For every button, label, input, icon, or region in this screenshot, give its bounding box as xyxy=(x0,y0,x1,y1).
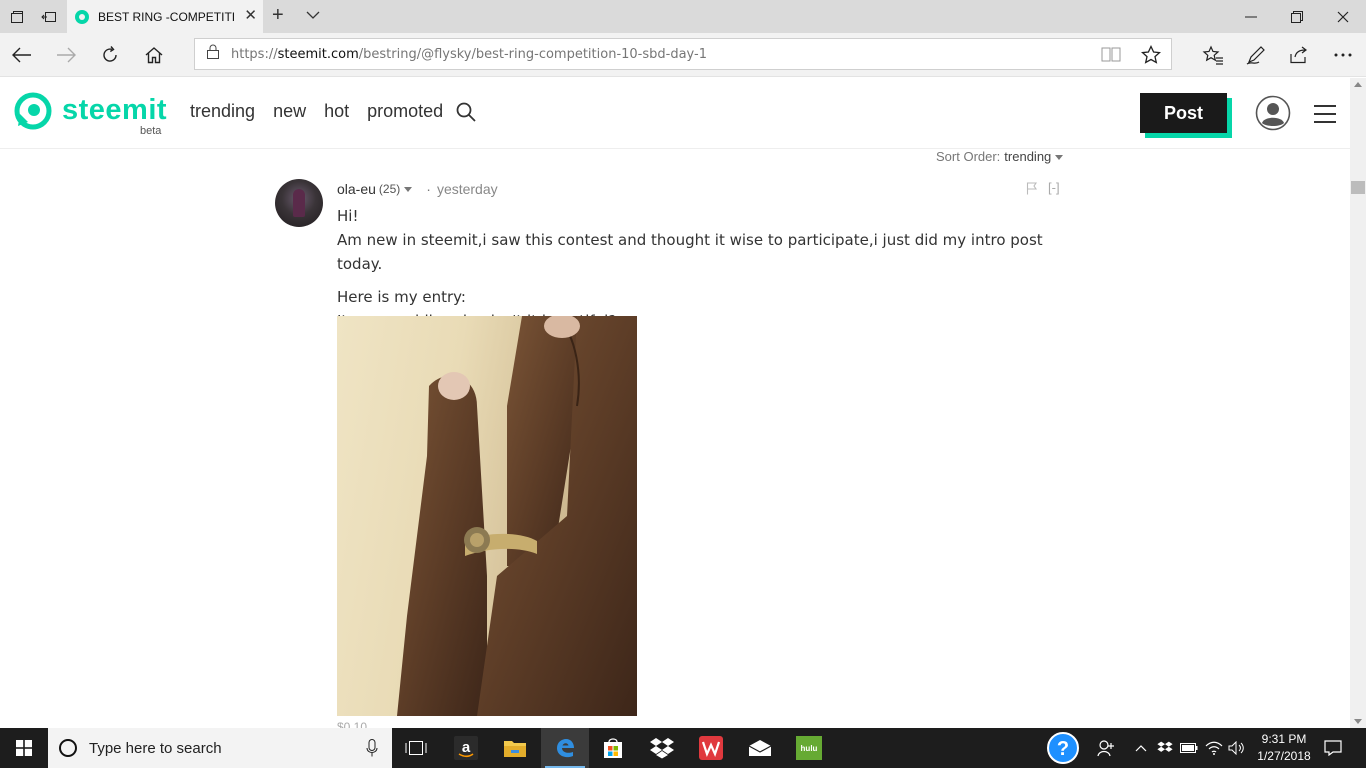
back-arrow-icon[interactable] xyxy=(4,39,40,71)
close-window-icon[interactable] xyxy=(1320,0,1366,33)
address-bar[interactable]: https://steemit.com/bestring/@flysky/bes… xyxy=(194,38,1172,70)
user-avatar-icon[interactable] xyxy=(1255,95,1291,136)
page-scrollbar[interactable] xyxy=(1350,78,1366,728)
taskbar-search[interactable]: Type here to search xyxy=(48,728,392,768)
store-icon[interactable] xyxy=(589,728,637,768)
cortana-icon xyxy=(59,739,77,757)
scroll-up-icon[interactable] xyxy=(1354,82,1362,87)
hulu-icon[interactable]: hulu xyxy=(785,728,833,768)
lock-icon xyxy=(207,44,219,64)
clock-date: 1/27/2018 xyxy=(1257,749,1311,763)
restore-icon[interactable] xyxy=(1274,0,1320,33)
ring-photo[interactable] xyxy=(337,316,637,716)
minimize-icon[interactable] xyxy=(1228,0,1274,33)
notes-pen-icon[interactable] xyxy=(1238,39,1274,71)
comment-author[interactable]: ola-eu xyxy=(337,181,376,197)
close-tab-icon[interactable]: ✕ xyxy=(244,8,257,24)
favorite-star-icon[interactable] xyxy=(1140,44,1162,70)
post-button[interactable]: Post xyxy=(1140,93,1227,133)
comment-time[interactable]: yesterday xyxy=(437,181,498,197)
author-dropdown-icon[interactable] xyxy=(404,186,413,192)
clock-time: 9:31 PM xyxy=(1261,732,1307,746)
url-text: https://steemit.com/bestring/@flysky/bes… xyxy=(231,47,707,62)
svg-text:hulu: hulu xyxy=(801,744,818,753)
beta-label: beta xyxy=(140,125,162,137)
home-icon[interactable] xyxy=(136,39,172,71)
nav-promoted[interactable]: promoted xyxy=(367,101,443,122)
svg-text:?: ? xyxy=(1057,738,1069,760)
microphone-icon[interactable] xyxy=(366,739,378,762)
sort-order[interactable]: Sort Order: trending xyxy=(936,149,1064,164)
mail-icon[interactable] xyxy=(736,728,784,768)
scroll-thumb[interactable] xyxy=(1351,181,1365,194)
brand-name[interactable]: steemit xyxy=(62,94,167,127)
site-header: steemit beta trending new hot promoted P… xyxy=(0,78,1350,149)
new-tab-icon[interactable]: + xyxy=(272,4,284,27)
windows-start-icon[interactable] xyxy=(0,728,48,768)
wifi-icon[interactable] xyxy=(1203,728,1225,768)
url-host: steemit.com xyxy=(277,46,359,62)
chevron-down-icon[interactable] xyxy=(306,7,320,25)
url-prefix: https:// xyxy=(231,46,278,62)
file-explorer-icon[interactable] xyxy=(491,728,539,768)
comment-paragraph: Hi! Am new in steemit,i saw this contest… xyxy=(337,207,1043,273)
svg-text:a: a xyxy=(462,739,471,756)
hamburger-menu-icon[interactable] xyxy=(1314,105,1336,128)
share-icon[interactable] xyxy=(1281,39,1317,71)
help-icon[interactable]: ? xyxy=(1044,728,1082,768)
set-tabs-aside-icon[interactable] xyxy=(32,0,66,33)
comment-meta: ola-eu (25) · yesterday xyxy=(337,181,498,197)
tab-preview-icon[interactable] xyxy=(0,0,34,33)
favorites-hub-icon[interactable] xyxy=(1195,39,1231,71)
dropbox-tray-icon[interactable] xyxy=(1155,728,1175,768)
dropbox-icon[interactable] xyxy=(638,728,686,768)
main-nav: trending new hot promoted xyxy=(190,101,443,122)
search-icon[interactable] xyxy=(456,102,476,127)
refresh-icon[interactable] xyxy=(92,39,128,71)
collapse-toggle[interactable]: [-] xyxy=(1048,180,1060,195)
wps-office-icon[interactable] xyxy=(687,728,735,768)
browser-tab-strip: BEST RING -COMPETITI ✕ + xyxy=(0,0,1366,33)
battery-icon[interactable] xyxy=(1178,728,1200,768)
url-path: /bestring/@flysky/best-ring-competition-… xyxy=(358,46,707,62)
author-reputation: (25) xyxy=(378,182,401,196)
chevron-up-icon[interactable] xyxy=(1132,728,1150,768)
sort-label: Sort Order: xyxy=(936,149,1001,164)
comment-avatar[interactable] xyxy=(275,179,323,227)
task-view-icon[interactable] xyxy=(392,728,440,768)
hand-illustration xyxy=(397,316,637,716)
nav-new[interactable]: new xyxy=(273,101,306,122)
steemit-favicon-icon xyxy=(75,9,89,24)
scroll-down-icon[interactable] xyxy=(1354,719,1362,724)
flag-icon[interactable] xyxy=(1026,182,1038,200)
amazon-icon[interactable]: a xyxy=(442,728,490,768)
more-options-icon[interactable] xyxy=(1325,39,1361,71)
people-icon[interactable] xyxy=(1093,728,1119,768)
search-placeholder: Type here to search xyxy=(89,739,222,757)
reading-view-icon[interactable] xyxy=(1101,46,1121,67)
action-center-icon[interactable] xyxy=(1320,728,1346,768)
steemit-logo-icon[interactable] xyxy=(14,92,52,135)
tab-title: BEST RING -COMPETITI xyxy=(98,9,234,24)
windows-taskbar: Type here to search a hulu ? 9:31 PM 1/2… xyxy=(0,728,1366,768)
forward-arrow-icon[interactable] xyxy=(48,39,84,71)
browser-toolbar: https://steemit.com/bestring/@flysky/bes… xyxy=(0,33,1366,77)
nav-hot[interactable]: hot xyxy=(324,101,349,122)
edge-browser-icon[interactable] xyxy=(541,728,589,768)
taskbar-clock[interactable]: 9:31 PM 1/27/2018 xyxy=(1252,731,1316,765)
caret-down-icon xyxy=(1055,155,1064,161)
sort-value[interactable]: trending xyxy=(1004,149,1051,164)
volume-icon[interactable] xyxy=(1226,728,1248,768)
nav-trending[interactable]: trending xyxy=(190,101,255,122)
separator-dot: · xyxy=(426,181,431,197)
active-tab[interactable]: BEST RING -COMPETITI ✕ xyxy=(67,0,263,33)
